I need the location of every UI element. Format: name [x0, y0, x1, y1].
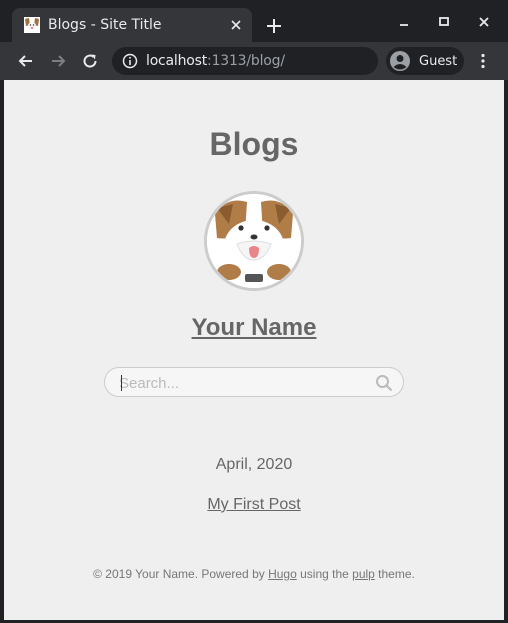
footer-prefix: © 2019 Your Name. Powered by	[93, 567, 269, 581]
profile-icon	[390, 51, 410, 71]
site-title: Blogs	[209, 126, 299, 162]
minimize-icon[interactable]	[396, 14, 412, 30]
avatar	[204, 191, 304, 291]
address-bar[interactable]: localhost:1313/blog/	[112, 47, 378, 75]
search-icon[interactable]	[375, 374, 393, 392]
post-month-heading: April, 2020	[215, 456, 293, 473]
close-window-icon[interactable]	[476, 14, 492, 30]
browser-toolbar: localhost:1313/blog/ Guest	[0, 42, 508, 80]
tab-strip: Blogs - Site Title	[0, 0, 508, 42]
kebab-menu-icon[interactable]	[474, 52, 492, 70]
post-title-link[interactable]: My First Post	[207, 496, 300, 513]
url-path: :1313/blog/	[207, 53, 285, 69]
post-list-item: My First Post	[4, 496, 504, 514]
browser-window: Blogs - Site Title localhost:1313/blog/ …	[0, 0, 508, 623]
text-caret	[121, 375, 122, 391]
page-content: Blogs Your Name Search... April, 2020 My…	[4, 80, 504, 620]
info-icon[interactable]	[122, 53, 138, 69]
search-input[interactable]	[119, 373, 369, 393]
search-box[interactable]	[104, 367, 404, 397]
reload-icon[interactable]	[81, 52, 99, 70]
footer-suffix: theme.	[374, 567, 415, 581]
favicon-dog-icon	[24, 17, 40, 33]
theme-link[interactable]: pulp	[352, 567, 375, 581]
browser-tab[interactable]: Blogs - Site Title	[12, 8, 252, 42]
profile-button[interactable]: Guest	[386, 47, 464, 75]
tab-title: Blogs - Site Title	[48, 17, 162, 33]
profile-label: Guest	[419, 54, 458, 69]
hugo-link[interactable]: Hugo	[268, 567, 297, 581]
url-host: localhost	[146, 53, 208, 69]
maximize-icon[interactable]	[436, 14, 452, 30]
back-arrow-icon[interactable]	[17, 52, 35, 70]
footer: © 2019 Your Name. Powered by Hugo using …	[4, 567, 504, 581]
footer-middle: using the	[296, 567, 353, 581]
author-name-link[interactable]: Your Name	[4, 314, 504, 342]
close-icon[interactable]	[228, 17, 244, 33]
forward-arrow-icon[interactable]	[49, 52, 67, 70]
plus-icon[interactable]	[264, 16, 284, 36]
url-text: localhost:1313/blog/	[146, 53, 285, 69]
bulldog-avatar-image	[207, 194, 301, 288]
